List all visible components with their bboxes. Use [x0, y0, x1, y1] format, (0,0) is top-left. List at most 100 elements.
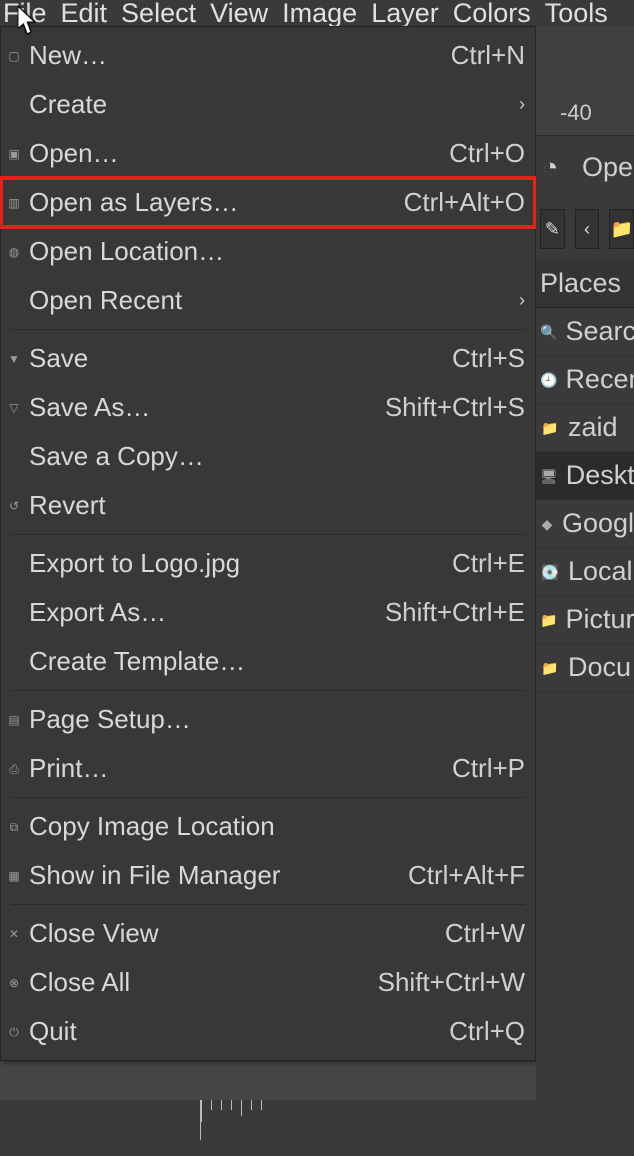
menu-item[interactable]: ▥Open as Layers…Ctrl+Alt+O — [1, 178, 535, 227]
place-label: Deskt — [566, 460, 634, 491]
menu-item-accel: Shift+Ctrl+S — [385, 392, 525, 423]
menu-item-label: Open Location… — [29, 236, 224, 267]
menu-item-label: Close All — [29, 967, 130, 998]
menu-item-label: Open… — [29, 138, 119, 169]
quit-icon: ⏻ — [5, 1023, 23, 1041]
revert-icon: ↺ — [5, 497, 23, 515]
place-item[interactable]: 💽Local — [536, 548, 634, 596]
place-label: Recen — [565, 364, 634, 395]
place-item[interactable]: 📁Pictur — [536, 596, 634, 644]
menu-item-accel: Ctrl+N — [451, 40, 525, 71]
menu-item[interactable]: Save a Copy… — [1, 432, 535, 481]
place-item[interactable]: 🔍Searc — [536, 308, 634, 356]
desktop-icon: 🖥 — [540, 466, 558, 486]
blank-icon — [5, 96, 23, 114]
place-label: Googl — [562, 508, 634, 539]
menu-item-accel: Ctrl+Q — [449, 1016, 525, 1047]
home-icon: 📁 — [540, 418, 560, 438]
menu-item-accel: Ctrl+E — [452, 548, 525, 579]
menu-item-label: Revert — [29, 490, 106, 521]
blank-icon — [5, 555, 23, 573]
menu-item-label: Create — [29, 89, 107, 120]
menu-item[interactable]: Export As…Shift+Ctrl+E — [1, 588, 535, 637]
close-icon: ✕ — [5, 925, 23, 943]
menubar: File Edit Select View Image Layer Colors… — [0, 0, 634, 26]
menu-item[interactable]: ◍ Open Location… — [1, 227, 535, 276]
menu-item-label: Save a Copy… — [29, 441, 204, 472]
menu-item-label: Close View — [29, 918, 159, 949]
place-label: Local — [568, 556, 633, 587]
back-button[interactable]: ‹ — [575, 209, 600, 249]
menu-item[interactable]: ▢New…Ctrl+N — [1, 31, 535, 80]
menu-item[interactable]: ▤Page Setup… — [1, 695, 535, 744]
blank-icon — [5, 448, 23, 466]
folder-button[interactable]: 📁 — [609, 209, 634, 249]
menu-item-label: Copy Image Location — [29, 811, 275, 842]
print-icon: ⎙ — [5, 760, 23, 778]
menu-item-label: Create Template… — [29, 646, 245, 677]
menu-item-label: Print… — [29, 753, 108, 784]
menu-item[interactable]: ⧉ Copy Image Location — [1, 802, 535, 851]
page-setup-icon: ▤ — [5, 711, 23, 729]
place-label: Docu — [568, 652, 631, 683]
menu-item[interactable]: ▣Open…Ctrl+O — [1, 129, 535, 178]
file-menu-dropdown: ▢New…Ctrl+NCreate›▣Open…Ctrl+O▥Open as L… — [0, 26, 536, 1061]
place-item[interactable]: ◆ Googl — [536, 500, 634, 548]
blank-icon — [5, 604, 23, 622]
chevron-right-icon: › — [519, 290, 525, 311]
menu-item-label: Show in File Manager — [29, 860, 280, 891]
recent-icon: 🕘 — [540, 370, 557, 390]
drive-icon: ◆ — [540, 514, 554, 534]
open-dialog-title: Ope — [582, 152, 633, 183]
place-item[interactable]: 🖥 Deskt — [536, 452, 634, 500]
menu-item[interactable]: ⎙Print…Ctrl+P — [1, 744, 535, 793]
menu-item[interactable]: ⏻ Quit Ctrl+Q — [1, 1007, 535, 1056]
workspace-ruler — [0, 1100, 634, 1156]
menu-item[interactable]: Create › — [1, 80, 535, 129]
menu-item[interactable]: Export to Logo.jpg Ctrl+E — [1, 539, 535, 588]
menu-item-label: Save As… — [29, 392, 150, 423]
menu-colors[interactable]: Colors — [453, 0, 531, 29]
menu-item[interactable]: ✕ Close View Ctrl+W — [1, 909, 535, 958]
save-icon: ▼ — [5, 350, 23, 368]
right-panel: -40 ◔ Ope ✎ ‹ 📁 Places 🔍Searc 🕘 Recen 📁zaid… — [536, 26, 634, 1156]
copy-icon: ⧉ — [5, 818, 23, 836]
places-header: Places — [536, 260, 634, 308]
close-all-icon: ⊗ — [5, 974, 23, 992]
place-item[interactable]: 🕘 Recen — [536, 356, 634, 404]
menu-image[interactable]: Image — [282, 0, 357, 29]
menu-item[interactable]: ▽ Save As… Shift+Ctrl+S — [1, 383, 535, 432]
menu-item-label: Save — [29, 343, 88, 374]
menu-item[interactable]: ↺ Revert — [1, 481, 535, 530]
menu-item-accel: Ctrl+O — [449, 138, 525, 169]
place-item[interactable]: 📁zaid — [536, 404, 634, 452]
open-dialog-title-row: ◔ Ope — [536, 136, 634, 198]
menu-layer[interactable]: Layer — [371, 0, 439, 29]
place-item[interactable]: 📁Docu — [536, 644, 634, 692]
menu-item-accel: Ctrl+Alt+F — [408, 860, 525, 891]
chevron-right-icon: › — [519, 94, 525, 115]
menu-item-label: Export to Logo.jpg — [29, 548, 240, 579]
menu-item[interactable]: ▼SaveCtrl+S — [1, 334, 535, 383]
menu-item-label: Open as Layers… — [29, 187, 239, 218]
menu-edit[interactable]: Edit — [61, 0, 108, 29]
menu-item[interactable]: Open Recent› — [1, 276, 535, 325]
globe-icon: ◍ — [5, 243, 23, 261]
blank-icon — [5, 292, 23, 310]
places-list: 🔍Searc 🕘 Recen 📁zaid 🖥 Deskt ◆ Googl 💽Local📁Pict… — [536, 308, 634, 692]
menu-item-label: Export As… — [29, 597, 166, 628]
menu-item[interactable]: ▦ Show in File Manager Ctrl+Alt+F — [1, 851, 535, 900]
ruler: -40 — [536, 26, 634, 136]
new-icon: ▢ — [5, 47, 23, 65]
menu-view[interactable]: View — [210, 0, 268, 29]
menu-item-accel: Ctrl+Alt+O — [404, 187, 525, 218]
menu-item[interactable]: Create Template… — [1, 637, 535, 686]
menu-tools[interactable]: Tools — [545, 0, 608, 29]
pencil-button[interactable]: ✎ — [540, 209, 565, 249]
menu-item-label: Quit — [29, 1016, 77, 1047]
menu-item[interactable]: ⊗Close AllShift+Ctrl+W — [1, 958, 535, 1007]
menu-select[interactable]: Select — [121, 0, 196, 29]
save-as-icon: ▽ — [5, 399, 23, 417]
file-manager-icon: ▦ — [5, 867, 23, 885]
menu-item-accel: Ctrl+W — [445, 918, 525, 949]
